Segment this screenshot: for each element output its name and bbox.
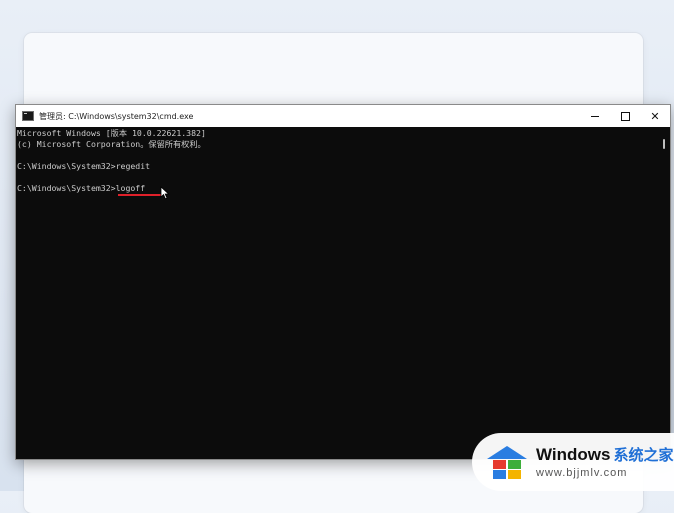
red-underline-annotation xyxy=(118,194,162,196)
cmd-app-icon xyxy=(22,111,34,121)
close-button[interactable]: ✕ xyxy=(640,105,670,127)
watermark-brand: Windows xyxy=(536,444,611,464)
title-bar[interactable]: 管理员: C:\Windows\system32\cmd.exe ✕ xyxy=(16,105,670,127)
minimize-button[interactable] xyxy=(580,105,610,127)
console-line: Microsoft Windows [版本 10.0.22621.382] xyxy=(17,128,206,138)
close-icon: ✕ xyxy=(650,109,660,123)
vertical-scrollbar[interactable] xyxy=(658,127,670,459)
console-line: C:\Windows\System32>logoff xyxy=(17,183,146,193)
cmd-window[interactable]: 管理员: C:\Windows\system32\cmd.exe ✕ Micro… xyxy=(15,104,671,460)
maximize-icon xyxy=(620,111,630,121)
windows-logo-icon xyxy=(487,446,527,479)
minimize-icon xyxy=(591,115,599,117)
mouse-cursor-icon xyxy=(160,186,170,200)
maximize-button[interactable] xyxy=(610,105,640,127)
window-controls: ✕ xyxy=(580,105,670,127)
watermark-url: www.bjjmlv.com xyxy=(536,466,628,479)
window-title: 管理员: C:\Windows\system32\cmd.exe xyxy=(39,111,194,121)
watermark-brand-zh: 系统之家 xyxy=(613,446,674,464)
site-watermark: Windows 系统之家 www.bjjmlv.com xyxy=(472,433,674,491)
scroll-thumb[interactable] xyxy=(663,139,665,149)
console-line: C:\Windows\System32>regedit xyxy=(17,161,151,171)
console-output[interactable]: Microsoft Windows [版本 10.0.22621.382] (c… xyxy=(17,127,658,459)
console-line: (c) Microsoft Corporation。保留所有权利。 xyxy=(17,139,206,149)
